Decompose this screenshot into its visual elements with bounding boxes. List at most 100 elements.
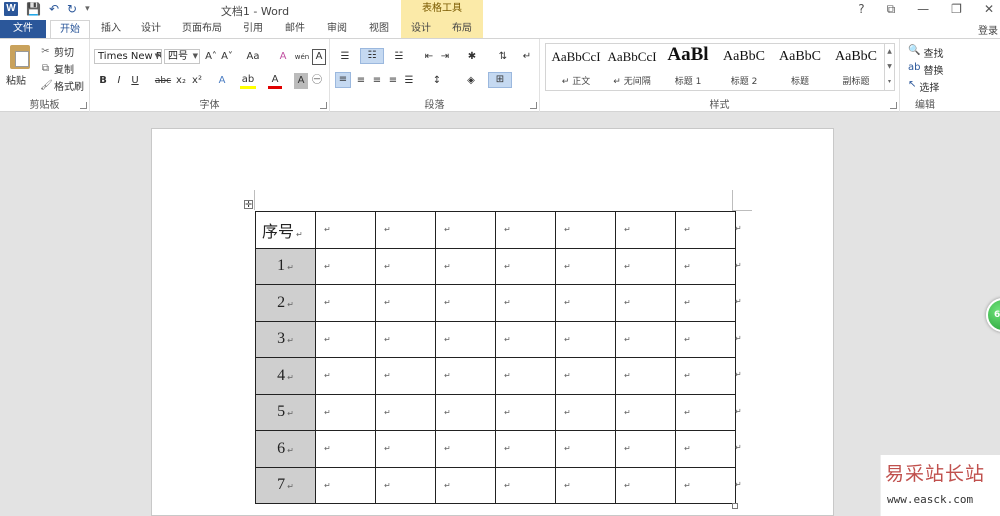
select-button[interactable]: ↖ 选择 (908, 79, 939, 94)
table-header-cell[interactable]: 序号 ↵ (255, 211, 316, 249)
justify-button[interactable]: ≡ (386, 73, 400, 89)
paste-icon[interactable] (10, 45, 30, 69)
table-cell[interactable]: ↵ (435, 466, 496, 504)
table-cell[interactable]: ↵ (315, 357, 376, 395)
increase-indent-button[interactable]: ⇥ (438, 49, 452, 65)
style-no-spacing[interactable]: AaBbCcI ↵ 无间隔 (604, 44, 660, 90)
style-subtitle[interactable]: AaBbC 副标题 (828, 44, 884, 90)
table-cell[interactable]: ↵ (615, 430, 676, 468)
table-cell[interactable]: ↵ (375, 466, 436, 504)
cut-button[interactable]: ✂ 剪切 (40, 44, 74, 59)
character-border-button[interactable]: A (312, 49, 326, 65)
multilevel-list-button[interactable]: ☱ (390, 49, 408, 65)
table-cell[interactable]: ↵ (555, 430, 616, 468)
tab-table-layout[interactable]: 布局 (441, 20, 483, 38)
tab-review[interactable]: 审阅 (320, 20, 354, 38)
table-cell[interactable]: ↵ (675, 284, 736, 322)
table-number-cell[interactable]: 5 ↵ (255, 393, 316, 431)
table-cell[interactable]: ↵ (375, 284, 436, 322)
shrink-font-button[interactable]: A˅ (220, 49, 234, 65)
character-shading-button[interactable]: A (294, 73, 308, 89)
superscript-button[interactable]: x² (190, 73, 204, 89)
table-cell[interactable]: ↵ (435, 357, 496, 395)
table-cell[interactable]: ↵ (435, 284, 496, 322)
align-center-button[interactable]: ≡ (354, 73, 368, 89)
table-cell[interactable]: ↵ (495, 430, 556, 468)
table-cell[interactable]: ↵ (435, 247, 496, 285)
table-cell[interactable]: ↵ (435, 430, 496, 468)
table-cell[interactable]: ↵ (375, 393, 436, 431)
table-number-cell[interactable]: 4 ↵ (255, 357, 316, 395)
tab-file[interactable]: 文件 (0, 20, 46, 38)
more-styles-icon[interactable]: ▾ (885, 74, 894, 89)
tab-home[interactable]: 开始 (50, 20, 90, 39)
table-cell[interactable]: ↵ (615, 211, 676, 249)
ribbon-display-options-button[interactable]: ⧉ (887, 2, 896, 17)
table-cell[interactable]: ↵ (315, 284, 376, 322)
table-cell[interactable]: ↵ (675, 393, 736, 431)
table-cell[interactable]: ↵ (315, 430, 376, 468)
table-cell[interactable]: ↵ (675, 320, 736, 358)
table-cell[interactable]: ↵ (555, 393, 616, 431)
tab-view[interactable]: 视图 (362, 20, 396, 38)
sort-button[interactable]: ⇅ (496, 49, 510, 65)
table-cell[interactable]: ↵ (615, 247, 676, 285)
table-cell[interactable]: ↵ (615, 357, 676, 395)
table-cell[interactable]: ↵ (615, 284, 676, 322)
line-spacing-button[interactable]: ↕ (428, 73, 446, 89)
table-cell[interactable]: ↵ (615, 320, 676, 358)
table-cell[interactable]: ↵ (495, 393, 556, 431)
align-left-button[interactable]: ≡ (335, 72, 351, 88)
borders-button[interactable]: ⊞ (488, 72, 512, 88)
phonetic-guide-button[interactable]: wén (294, 49, 310, 65)
table-cell[interactable]: ↵ (495, 357, 556, 395)
numbering-button[interactable]: ☷ (360, 48, 384, 64)
paste-button[interactable]: 粘贴 (6, 72, 26, 87)
table-move-handle[interactable]: ✛ (244, 200, 253, 209)
tab-page-layout[interactable]: 页面布局 (176, 20, 228, 38)
style-title[interactable]: AaBbC 标题 (772, 44, 828, 90)
table-number-cell[interactable]: 2 ↵ (255, 284, 316, 322)
shading-button[interactable]: ◈ (462, 73, 480, 89)
table-cell[interactable]: ↵ (675, 211, 736, 249)
table-cell[interactable]: ↵ (495, 247, 556, 285)
table-cell[interactable]: ↵ (675, 466, 736, 504)
font-size-select[interactable]: 四号 ▼ (164, 49, 200, 64)
table-cell[interactable]: ↵ (555, 320, 616, 358)
table-cell[interactable]: ↵ (375, 320, 436, 358)
table-cell[interactable]: ↵ (555, 247, 616, 285)
highlight-button[interactable]: ab (240, 73, 256, 89)
strikethrough-button[interactable]: abc (154, 73, 172, 89)
table-cell[interactable]: ↵ (315, 466, 376, 504)
table-cell[interactable]: ↵ (555, 211, 616, 249)
format-painter-button[interactable]: 🖌 格式刷 (40, 78, 84, 93)
document-table[interactable]: 序号 ↵ ↵ ↵ ↵ ↵ ↵ ↵ ↵ 1 ↵ ↵ ↵ ↵ ↵ ↵ ↵ ↵ 2 ↵ ↵ ↵ ↵ ↵ ↵ ↵ ↵ 3 ↵ ↵ ↵ ↵ ↵ ↵ ↵ ↵ 4 ↵ ↵… (255, 211, 736, 504)
style-normal[interactable]: AaBbCcI ↵ 正文 (548, 44, 604, 90)
table-cell[interactable]: ↵ (615, 393, 676, 431)
tab-table-design[interactable]: 设计 (401, 20, 441, 38)
tab-design[interactable]: 设计 (134, 20, 168, 38)
restore-button[interactable]: ❐ (951, 2, 962, 17)
replace-button[interactable]: ab 替换 (908, 62, 943, 77)
table-cell[interactable]: ↵ (435, 393, 496, 431)
table-cell[interactable]: ↵ (495, 466, 556, 504)
distributed-button[interactable]: ☰ (402, 73, 416, 89)
table-cell[interactable]: ↵ (495, 284, 556, 322)
find-button[interactable]: 🔍 查找 (908, 45, 943, 60)
underline-button[interactable]: U (128, 73, 142, 89)
table-cell[interactable]: ↵ (555, 466, 616, 504)
tab-references[interactable]: 引用 (236, 20, 270, 38)
bullets-button[interactable]: ☰ (336, 49, 354, 65)
chinese-layout-button[interactable]: ✱ (462, 49, 482, 65)
table-number-cell[interactable]: 7 ↵ (255, 466, 316, 504)
scroll-up-icon[interactable]: ▲ (885, 44, 894, 59)
table-number-cell[interactable]: 6 ↵ (255, 430, 316, 468)
decrease-indent-button[interactable]: ⇤ (422, 49, 436, 65)
tab-mailings[interactable]: 邮件 (278, 20, 312, 38)
text-effects-button[interactable]: A (214, 73, 230, 89)
clear-format-button[interactable]: A (276, 49, 290, 65)
login-link[interactable]: 登录 (978, 22, 998, 37)
table-cell[interactable]: ↵ (495, 211, 556, 249)
table-number-cell[interactable]: 3 ↵ (255, 320, 316, 358)
table-cell[interactable]: ↵ (675, 430, 736, 468)
